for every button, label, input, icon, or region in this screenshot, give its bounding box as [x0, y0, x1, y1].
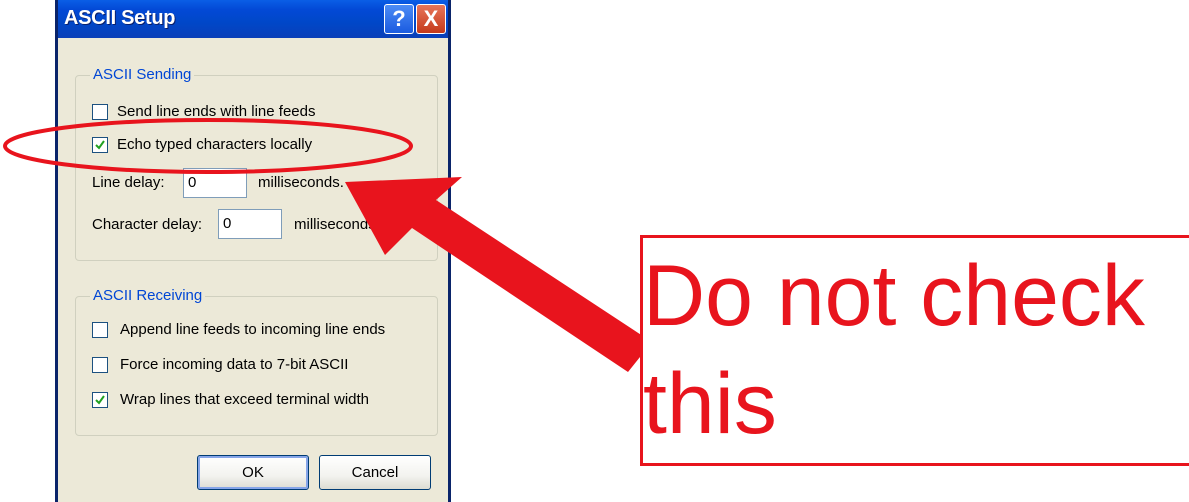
warning-callout: Do not check this — [640, 235, 1189, 466]
arrow-icon — [345, 177, 652, 372]
warning-text: Do not check this — [643, 242, 1189, 458]
warning-line-1: Do not check — [643, 248, 1145, 344]
warning-line-2: this — [643, 356, 777, 452]
highlight-ellipse — [3, 118, 413, 174]
